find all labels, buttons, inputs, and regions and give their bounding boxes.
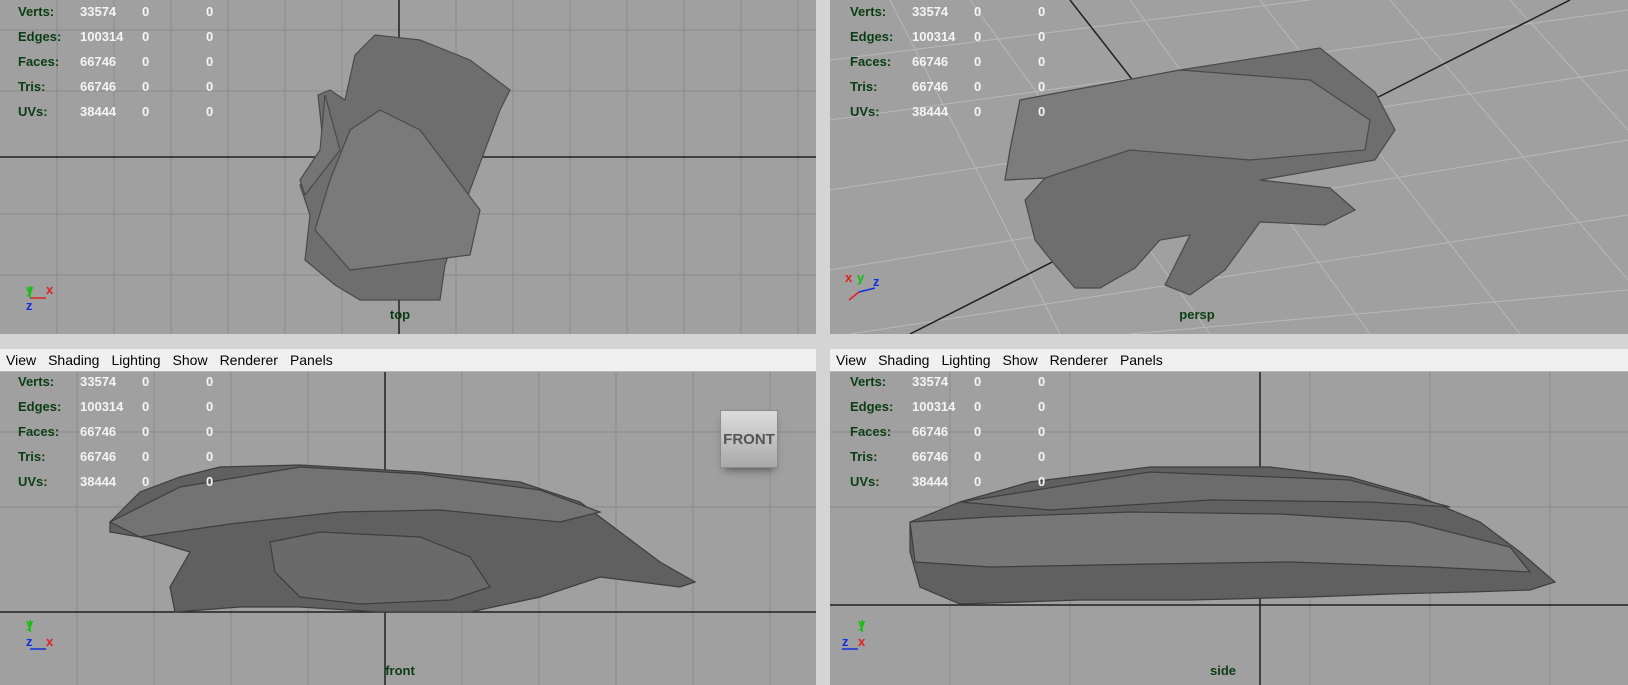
glove-mesh [299, 34, 511, 301]
axis-gizmo-top: y x z [26, 282, 54, 313]
axis-gizmo-front: y z x [26, 616, 54, 650]
menu-panels[interactable]: Panels [284, 352, 339, 368]
menu-view[interactable]: View [830, 352, 872, 368]
pane-divider-horizontal[interactable] [0, 334, 1628, 349]
menu-show[interactable]: Show [997, 352, 1044, 368]
viewcube[interactable]: FRONT [720, 410, 778, 468]
camera-label-top: top [389, 307, 411, 322]
menu-lighting[interactable]: Lighting [935, 352, 996, 368]
glove-mesh [108, 464, 697, 613]
viewport-top-scene [0, 0, 816, 334]
viewport-side[interactable]: side [830, 372, 1628, 685]
glove-mesh [909, 466, 1557, 605]
viewport-persp-scene [830, 0, 1628, 334]
svg-text:x: x [845, 270, 853, 285]
svg-text:x: x [858, 634, 866, 649]
menubar-front: View Shading Lighting Show Renderer Pane… [0, 349, 816, 372]
axis-gizmo-side: y z x [842, 616, 866, 650]
axis-gizmo-persp: x y z [845, 270, 880, 301]
viewport-front-scene [0, 372, 816, 685]
menu-panels[interactable]: Panels [1114, 352, 1169, 368]
camera-label-front: front [385, 663, 415, 678]
camera-label-persp: persp [1179, 307, 1215, 322]
svg-text:x: x [46, 282, 54, 297]
viewport-top[interactable]: top [0, 0, 816, 334]
glove-mesh [1004, 47, 1396, 296]
menu-lighting[interactable]: Lighting [105, 352, 166, 368]
viewport-front[interactable]: FRONT front [0, 372, 816, 685]
menu-show[interactable]: Show [167, 352, 214, 368]
viewport-persp[interactable]: persp [830, 0, 1628, 334]
svg-text:x: x [46, 634, 54, 649]
svg-text:z: z [26, 298, 33, 313]
svg-text:y: y [857, 270, 865, 285]
menubar-side: View Shading Lighting Show Renderer Pane… [830, 349, 1628, 372]
menu-renderer[interactable]: Renderer [1044, 352, 1114, 368]
menu-renderer[interactable]: Renderer [214, 352, 284, 368]
menu-shading[interactable]: Shading [872, 352, 935, 368]
svg-text:z: z [26, 634, 33, 649]
menu-view[interactable]: View [0, 352, 42, 368]
viewport-side-scene [830, 372, 1628, 685]
svg-text:z: z [842, 634, 849, 649]
menu-shading[interactable]: Shading [42, 352, 105, 368]
svg-text:z: z [873, 274, 880, 289]
camera-label-side: side [1209, 663, 1237, 678]
